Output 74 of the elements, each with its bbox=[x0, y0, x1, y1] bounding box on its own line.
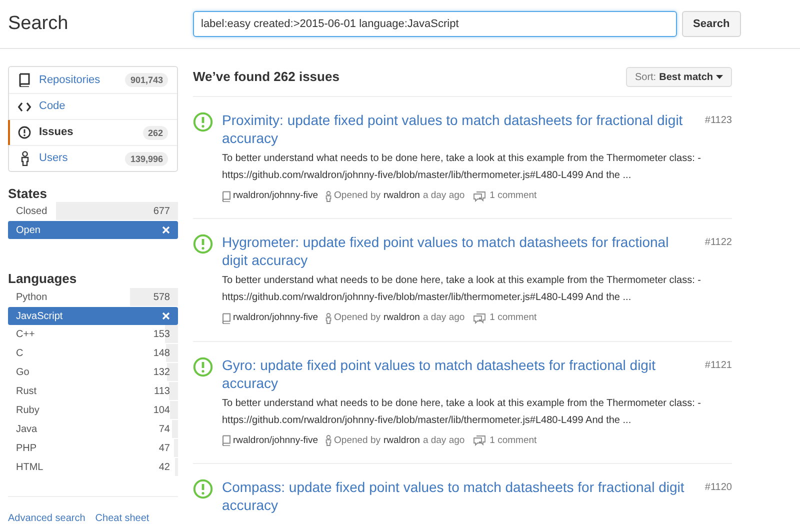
page-title: Search bbox=[7, 12, 70, 36]
book-icon bbox=[18, 73, 30, 87]
filter-item[interactable]: Rust 113 bbox=[8, 382, 178, 401]
filter-item[interactable]: Ruby 104 bbox=[8, 401, 178, 420]
repo-link[interactable]: rwaldron/johnny-five bbox=[233, 311, 318, 326]
author-link[interactable]: rwaldron bbox=[384, 311, 420, 326]
comments-link[interactable]: 1 comment bbox=[490, 434, 537, 448]
count-badge: 139,996 bbox=[125, 152, 168, 166]
opened-by-label: Opened by bbox=[334, 189, 380, 203]
nav-item[interactable]: Code bbox=[9, 93, 177, 119]
code-icon bbox=[18, 102, 31, 112]
comment-icon bbox=[472, 312, 486, 324]
issue-title-link[interactable]: Compass: update fixed point values to match datasheets for fractional digit accuracy bbox=[222, 478, 685, 514]
search-field[interactable]: label:easy created:>2015-06-01 language:JavaScript bbox=[193, 11, 677, 37]
comments-link[interactable]: 1 comment bbox=[490, 311, 537, 326]
nav-item[interactable]: Users 139,996 bbox=[9, 145, 177, 171]
count-badge: 901,743 bbox=[125, 73, 168, 87]
filter-item[interactable]: Java 74 bbox=[8, 420, 178, 439]
repo-link[interactable]: rwaldron/johnny-five bbox=[233, 434, 318, 448]
person-icon bbox=[20, 151, 30, 166]
timestamp: a day ago bbox=[422, 189, 465, 203]
issue-icon bbox=[18, 126, 31, 139]
opened-by-label: Opened by bbox=[334, 434, 380, 448]
comments-link[interactable]: 1 comment bbox=[490, 189, 537, 204]
search-button[interactable]: Search bbox=[682, 11, 741, 37]
issue-description: To better understand what needs to be done here, take a look at this example from the Thermometer class: - https://github.com/rwaldron/johnny-five/blob/master/lib/thermometer.js#L480-L499 And the ... bbox=[222, 396, 702, 428]
issue-title-link[interactable]: Gyro: update fixed point values to match datasheets for fractional digit accuracy bbox=[222, 356, 685, 392]
filter-item[interactable]: HTML 42 bbox=[8, 458, 178, 477]
footer-link[interactable]: Advanced search bbox=[8, 511, 86, 525]
person-icon bbox=[325, 435, 332, 446]
nav-item[interactable]: Repositories 901,743 bbox=[9, 67, 177, 93]
open-issue-icon bbox=[193, 234, 213, 254]
open-issue-icon bbox=[193, 112, 213, 132]
section-heading: States bbox=[8, 185, 48, 202]
count-badge: 262 bbox=[142, 126, 168, 140]
open-issue-icon bbox=[193, 478, 213, 499]
results-heading: We’ve found 262 issues bbox=[193, 68, 340, 86]
book-icon bbox=[222, 190, 231, 202]
person-icon bbox=[325, 312, 332, 324]
issue-number: #1122 bbox=[704, 236, 732, 250]
issue-number: #1120 bbox=[704, 480, 732, 495]
opened-by-label: Opened by bbox=[334, 311, 380, 326]
close-icon bbox=[162, 226, 170, 234]
open-issue-icon bbox=[193, 356, 213, 376]
close-icon bbox=[162, 312, 170, 320]
person-icon bbox=[325, 190, 332, 202]
filter-item[interactable]: JavaScript bbox=[8, 307, 178, 325]
sort-dropdown[interactable]: Sort: Best match bbox=[626, 67, 732, 87]
footer-link[interactable]: Cheat sheet bbox=[95, 511, 150, 525]
caret-icon bbox=[716, 75, 723, 79]
timestamp: a day ago bbox=[422, 434, 465, 448]
issue-description: To better understand what needs to be done here, take a look at this example from the Thermometer class: - https://github.com/rwaldron/johnny-five/blob/master/lib/thermometer.js#L480-L499 And the ... bbox=[222, 152, 702, 183]
filter-item[interactable]: Open bbox=[8, 221, 178, 239]
filter-item[interactable]: C++ 153 bbox=[8, 325, 178, 344]
timestamp: a day ago bbox=[422, 311, 465, 326]
issue-number: #1121 bbox=[704, 358, 732, 372]
filter-item[interactable]: Closed 677 bbox=[8, 202, 178, 221]
comment-icon bbox=[472, 435, 486, 446]
author-link[interactable]: rwaldron bbox=[384, 434, 420, 448]
comment-icon bbox=[472, 190, 486, 202]
filter-item[interactable]: Go 132 bbox=[8, 363, 178, 382]
issue-number: #1123 bbox=[704, 114, 732, 128]
issue-description: To better understand what needs to be done here, take a look at this example from the Thermometer class: - https://github.com/rwaldron/johnny-five/blob/master/lib/thermometer.js#L480-L499 And the ... bbox=[222, 274, 702, 306]
book-icon bbox=[222, 435, 231, 446]
section-heading: Languages bbox=[8, 270, 78, 287]
repo-link[interactable]: rwaldron/johnny-five bbox=[233, 189, 318, 204]
author-link[interactable]: rwaldron bbox=[384, 189, 420, 204]
issue-title-link[interactable]: Hygrometer: update fixed point values to match datasheets for fractional digit accuracy bbox=[222, 233, 685, 270]
filter-item[interactable]: PHP 47 bbox=[8, 439, 178, 458]
book-icon bbox=[222, 312, 231, 324]
nav-item[interactable]: Issues 262 bbox=[9, 119, 177, 145]
filter-item[interactable]: Python 578 bbox=[8, 288, 178, 307]
filter-item[interactable]: C 148 bbox=[8, 344, 178, 363]
issue-title-link[interactable]: Proximity: update fixed point values to match datasheets for fractional digit accuracy bbox=[222, 111, 685, 147]
